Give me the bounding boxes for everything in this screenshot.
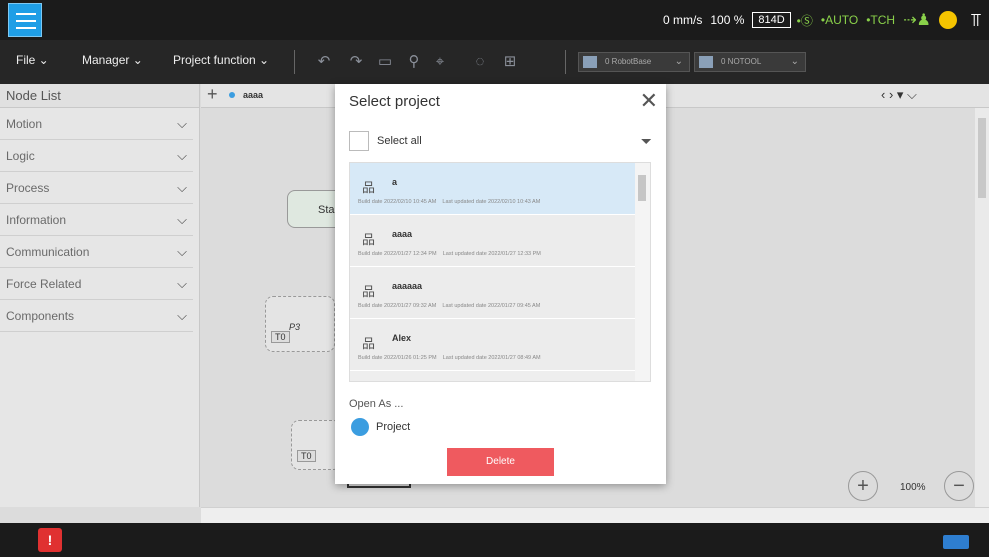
robot-base-select[interactable]: 0 RobotBase ⌄ [578,52,690,72]
zoom-in-button[interactable]: + [848,471,878,501]
project-radio[interactable] [351,418,369,436]
list-item[interactable]: 品 a Build date 2022/02/10 10:45 AM Last … [350,163,635,215]
bottom-bar [0,523,989,557]
project-name: Alex [392,333,412,343]
base-icon [583,56,597,68]
chevron-down-icon: ⌵ [177,308,187,323]
close-icon[interactable]: ✕ [640,88,658,114]
scroll-thumb[interactable] [978,118,986,198]
tool-icon [699,56,713,68]
chevron-down-icon: ⌵ [177,212,187,227]
project-radio-label: Project [376,421,411,433]
toolbar: File ⌄ Manager ⌄ Project function ⌄ ↶ ↷ … [0,40,989,84]
zoom-level: 100% [900,482,926,493]
add-tab-icon[interactable]: + [207,84,218,105]
gripper-icon[interactable]: ⫪ [971,10,981,31]
divider [565,50,566,74]
robot-status: 0 mm/s 100 % 814D •Ⓢ •AUTO •TCH ⇢♟ ⫪ [663,0,981,40]
status-light-icon [938,11,957,29]
filter-icon[interactable]: ⏷ [641,133,652,150]
chevron-down-icon: ⌄ [674,56,683,67]
chevron-down-icon: ⌵ [177,116,187,131]
speed-readout: 0 mm/s [663,13,703,27]
sidebar-item-process[interactable]: Process ⌵ [0,172,193,204]
project-dates: Build date 2022/01/26 01:25 PM Last upda… [358,355,541,361]
project-name: aaaa [392,229,413,239]
project-icon: 品 [362,284,376,299]
sidebar-item-motion[interactable]: Motion ⌵ [0,108,193,140]
robot-code[interactable]: 814D [752,12,791,28]
keyboard-icon[interactable] [943,535,969,549]
node-list-panel: Node List Motion ⌵ Logic ⌵ Process ⌵ Inform… [0,84,200,507]
project-dates: Build date 2022/02/10 10:45 AM Last upda… [358,199,541,205]
chevron-down-icon: ⌵ [177,148,187,163]
project-icon: 品 [362,336,376,351]
sidebar-item-communication[interactable]: Communication ⌵ [0,236,193,268]
delete-button[interactable]: Delete [447,448,554,476]
top-status-bar: 0 mm/s 100 % 814D •Ⓢ •AUTO •TCH ⇢♟ ⫪ [0,0,989,40]
comment-icon[interactable]: ◌ [470,52,490,72]
chevron-down-icon: ⌵ [177,180,187,195]
divider [294,50,295,74]
undo-icon[interactable]: ↶ [314,52,334,72]
safety-icon: •Ⓢ [796,13,813,28]
project-function-menu[interactable]: Project function ⌄ [173,53,269,67]
project-name: aaaaaa [392,281,423,291]
search-icon[interactable]: ⚲ [404,52,424,72]
point-icon[interactable]: ⌖ [430,52,450,72]
project-icon: 品 [362,232,376,247]
p3-label: P3 [289,322,301,332]
dialog-title: Select project [349,93,440,110]
project-dates: Build date 2022/01/27 09:32 AM Last upda… [358,303,541,309]
project-icon: 品 [362,180,376,195]
list-item[interactable]: 品 aaaaaa Build date 2022/01/27 09:32 AM … [350,267,635,319]
list-scrollbar[interactable] [635,163,650,381]
speed-percent[interactable]: 100 % [710,13,744,27]
canvas-vertical-scrollbar[interactable] [975,108,989,507]
list-item[interactable]: 品 Alex Build date 2022/01/26 01:25 PM La… [350,319,635,371]
select-project-dialog: Select project ✕ Select all ⏷ 品 a Build … [335,84,666,484]
file-menu[interactable]: File ⌄ [16,53,49,67]
redo-icon[interactable]: ↷ [346,52,366,72]
sidebar-item-force-related[interactable]: Force Related ⌵ [0,268,193,300]
t0-label-2: T0 [297,450,316,462]
list-item[interactable]: 品 aaaa Build date 2022/01/27 12:34 PM La… [350,215,635,267]
user-icon[interactable]: ⇢♟ [903,10,931,30]
project-list: 品 a Build date 2022/02/10 10:45 AM Last … [349,162,651,382]
canvas-horizontal-scrollbar[interactable] [201,507,989,523]
sidebar-item-information[interactable]: Information ⌵ [0,204,193,236]
tch-mode: •TCH [866,13,896,27]
menu-icon[interactable] [8,3,42,37]
manager-menu[interactable]: Manager ⌄ [82,53,143,67]
chevron-down-icon: ⌄ [790,56,799,67]
chevron-down-icon: ⌵ [177,276,187,291]
variable-icon[interactable]: ⊞ [500,52,520,72]
sidebar-item-logic[interactable]: Logic ⌵ [0,140,193,172]
project-dates: Build date 2022/01/27 12:34 PM Last upda… [358,251,541,257]
select-all-label: Select all [377,135,422,147]
tool-select[interactable]: 0 NOTOOL ⌄ [694,52,806,72]
open-as-label: Open As ... [349,398,404,410]
select-all-checkbox[interactable] [349,131,369,151]
project-name: a [392,177,398,187]
warning-icon[interactable]: ! [38,528,62,552]
sidebar-item-components[interactable]: Components ⌵ [0,300,193,332]
node-list-title: Node List [0,84,199,108]
tab-project[interactable]: aaaa [243,90,263,100]
eraser-icon[interactable]: ▭ [375,52,395,72]
t0-label: T0 [271,331,290,343]
chevron-down-icon: ⌵ [177,244,187,259]
zoom-out-button[interactable]: − [944,471,974,501]
scroll-thumb[interactable] [638,175,646,201]
auto-mode: •AUTO [820,13,859,27]
tab-dot [229,92,235,98]
subflow-node-2[interactable] [291,420,341,470]
tab-nav-icons[interactable]: ‹ › ▾ ⌵ [881,87,917,103]
